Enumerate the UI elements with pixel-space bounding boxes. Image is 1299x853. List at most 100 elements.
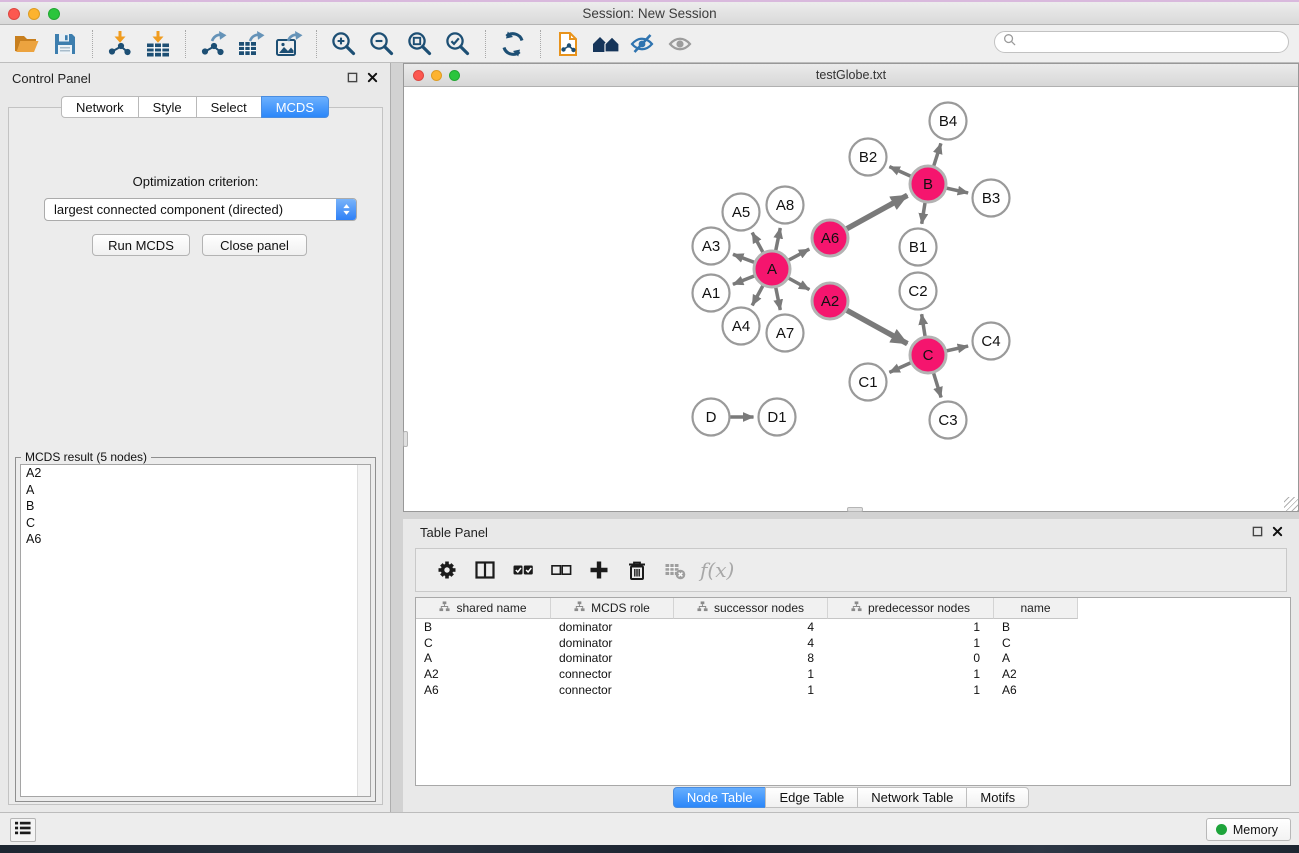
graph-node-A7[interactable]: A7 xyxy=(767,315,804,352)
delete-selected-icon[interactable] xyxy=(618,552,656,588)
save-session-icon[interactable] xyxy=(46,28,84,60)
hide-selected-icon[interactable] xyxy=(625,28,663,60)
tab-node-table[interactable]: Node Table xyxy=(673,787,767,808)
table-cell[interactable]: A6 xyxy=(994,682,1078,698)
memory-button[interactable]: Memory xyxy=(1206,818,1291,841)
select-all-icon[interactable] xyxy=(504,552,542,588)
graph-node-C2[interactable]: C2 xyxy=(900,273,937,310)
column-header-shared-name[interactable]: shared name xyxy=(416,598,551,619)
result-list-scrollbar[interactable] xyxy=(357,465,370,796)
graph-node-B1[interactable]: B1 xyxy=(900,229,937,266)
search-field[interactable] xyxy=(994,31,1289,53)
float-panel-icon[interactable] xyxy=(1252,526,1263,537)
tab-style[interactable]: Style xyxy=(138,96,197,118)
tab-select[interactable]: Select xyxy=(196,96,262,118)
unselect-all-icon[interactable] xyxy=(542,552,580,588)
table-cell[interactable]: 1 xyxy=(828,619,994,635)
settings-gear-icon[interactable] xyxy=(428,552,466,588)
graph-node-A4[interactable]: A4 xyxy=(723,308,760,345)
table-cell[interactable]: B xyxy=(416,619,551,635)
graph-node-C3[interactable]: C3 xyxy=(930,402,967,439)
add-column-icon[interactable] xyxy=(580,552,618,588)
bottom-border-grip[interactable] xyxy=(847,507,863,512)
column-split-icon[interactable] xyxy=(466,552,504,588)
tab-network[interactable]: Network xyxy=(61,96,139,118)
network-graph[interactable]: B4B2BB3A5A8A6A3B1AA1C2A2A4A7CC4C1C3DD1 xyxy=(404,87,1298,511)
float-panel-icon[interactable] xyxy=(347,72,358,83)
table-cell[interactable]: A xyxy=(416,650,551,666)
graph-node-A6[interactable]: A6 xyxy=(812,220,848,256)
zoom-fit-icon[interactable] xyxy=(401,28,439,60)
graph-node-C4[interactable]: C4 xyxy=(973,323,1010,360)
export-image-icon[interactable] xyxy=(270,28,308,60)
window-resize-grip[interactable] xyxy=(1284,497,1298,511)
table-cell[interactable]: A2 xyxy=(994,666,1078,682)
result-list-item[interactable]: A xyxy=(21,482,370,499)
run-mcds-button[interactable]: Run MCDS xyxy=(92,234,190,256)
graph-node-B4[interactable]: B4 xyxy=(930,103,967,140)
table-cell[interactable]: connector xyxy=(551,666,674,682)
graph-node-A2[interactable]: A2 xyxy=(812,283,848,319)
column-header-mcds-role[interactable]: MCDS role xyxy=(551,598,674,619)
network-window-titlebar[interactable]: testGlobe.txt xyxy=(404,64,1298,87)
zoom-out-icon[interactable] xyxy=(363,28,401,60)
table-cell[interactable]: connector xyxy=(551,682,674,698)
result-list-item[interactable]: A2 xyxy=(21,465,370,482)
import-network-icon[interactable] xyxy=(101,28,139,60)
graph-node-B[interactable]: B xyxy=(910,166,946,202)
result-list-item[interactable]: C xyxy=(21,515,370,532)
export-network-icon[interactable] xyxy=(194,28,232,60)
graph-node-C1[interactable]: C1 xyxy=(850,364,887,401)
close-panel-button[interactable]: Close panel xyxy=(202,234,307,256)
table-cell[interactable]: 4 xyxy=(674,619,828,635)
graph-node-A1[interactable]: A1 xyxy=(693,275,730,312)
result-list-item[interactable]: B xyxy=(21,498,370,515)
table-cell[interactable]: 8 xyxy=(674,650,828,666)
graph-node-D1[interactable]: D1 xyxy=(759,399,796,436)
import-table-icon[interactable] xyxy=(139,28,177,60)
zoom-selected-icon[interactable] xyxy=(439,28,477,60)
table-cell[interactable]: C xyxy=(416,635,551,651)
graph-node-A8[interactable]: A8 xyxy=(767,187,804,224)
result-list-item[interactable]: A6 xyxy=(21,531,370,548)
first-neighbors-icon[interactable] xyxy=(587,28,625,60)
table-cell[interactable]: 4 xyxy=(674,635,828,651)
graph-node-A3[interactable]: A3 xyxy=(693,228,730,265)
open-session-icon[interactable] xyxy=(8,28,46,60)
search-input[interactable] xyxy=(1021,33,1288,51)
optimization-criterion-dropdown[interactable]: largest connected component (directed) xyxy=(44,198,357,221)
table-cell[interactable]: B xyxy=(994,619,1078,635)
graph-node-A5[interactable]: A5 xyxy=(723,194,760,231)
tab-network-table[interactable]: Network Table xyxy=(857,787,967,808)
tab-mcds[interactable]: MCDS xyxy=(261,96,329,118)
column-header-successor-nodes[interactable]: successor nodes xyxy=(674,598,828,619)
column-header-name[interactable]: name xyxy=(994,598,1078,619)
table-cell[interactable]: C xyxy=(994,635,1078,651)
node-table[interactable]: shared nameMCDS rolesuccessor nodesprede… xyxy=(415,597,1291,786)
graph-node-A[interactable]: A xyxy=(754,251,790,287)
export-table-icon[interactable] xyxy=(232,28,270,60)
tab-motifs[interactable]: Motifs xyxy=(966,787,1029,808)
table-cell[interactable]: A2 xyxy=(416,666,551,682)
table-cell[interactable]: 1 xyxy=(828,682,994,698)
table-cell[interactable]: dominator xyxy=(551,635,674,651)
close-panel-icon[interactable] xyxy=(1272,526,1283,537)
zoom-in-icon[interactable] xyxy=(325,28,363,60)
mcds-result-list[interactable]: A2ABCA6 xyxy=(20,464,371,797)
table-cell[interactable]: 1 xyxy=(828,635,994,651)
table-cell[interactable]: A xyxy=(994,650,1078,666)
network-from-selection-icon[interactable] xyxy=(549,28,587,60)
table-cell[interactable]: 1 xyxy=(674,682,828,698)
close-panel-icon[interactable] xyxy=(367,72,378,83)
task-history-button[interactable] xyxy=(10,818,36,842)
tab-edge-table[interactable]: Edge Table xyxy=(765,787,858,808)
table-cell[interactable]: dominator xyxy=(551,619,674,635)
left-border-grip[interactable] xyxy=(403,431,408,447)
refresh-view-icon[interactable] xyxy=(494,28,532,60)
network-canvas[interactable]: B4B2BB3A5A8A6A3B1AA1C2A2A4A7CC4C1C3DD1 xyxy=(404,87,1298,511)
show-all-icon[interactable] xyxy=(663,28,701,60)
graph-node-B3[interactable]: B3 xyxy=(973,180,1010,217)
table-cell[interactable]: 0 xyxy=(828,650,994,666)
graph-node-C[interactable]: C xyxy=(910,337,946,373)
graph-node-D[interactable]: D xyxy=(693,399,730,436)
